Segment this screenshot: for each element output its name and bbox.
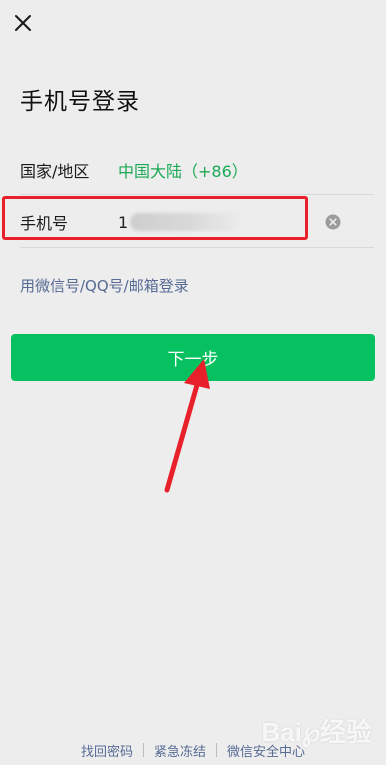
divider [20, 247, 374, 248]
page-title: 手机号登录 [20, 89, 140, 115]
region-label: 国家/地区 [20, 162, 90, 181]
close-icon [15, 15, 31, 31]
red-arrow-annotation [164, 359, 210, 493]
close-button[interactable] [10, 10, 36, 36]
highlight-annotation [2, 196, 308, 240]
footer-link-emergency-freeze[interactable]: 紧急冻结 [144, 741, 216, 760]
region-selector[interactable]: 国家/地区 中国大陆（+86） [20, 146, 374, 194]
footer-link-recover-password[interactable]: 找回密码 [71, 741, 143, 760]
watermark-logo: Bai℘经验 [261, 717, 372, 747]
divider [20, 194, 374, 195]
alt-login-link[interactable]: 用微信号/QQ号/邮箱登录 [20, 275, 189, 296]
clear-circle-icon[interactable] [325, 214, 341, 230]
region-value: 中国大陆（+86） [118, 162, 248, 181]
